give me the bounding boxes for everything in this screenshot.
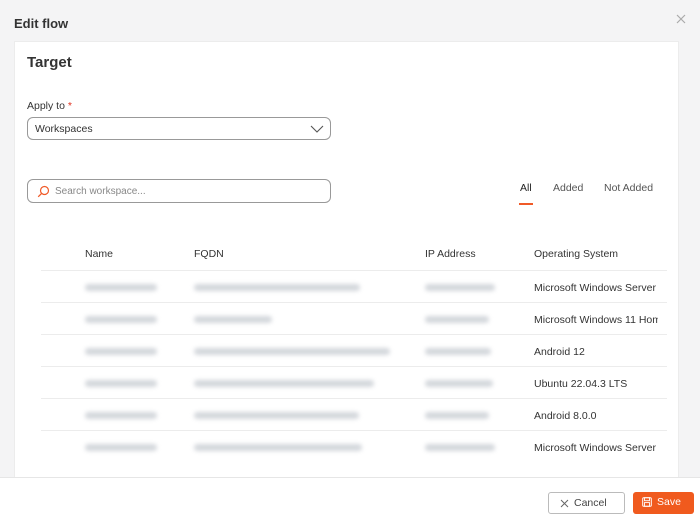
redacted-ip	[425, 380, 493, 387]
apply-to-value: Workspaces	[35, 123, 93, 135]
close-icon	[676, 14, 686, 24]
save-icon	[642, 497, 652, 507]
close-icon	[560, 499, 569, 507]
redacted-fqdn	[194, 412, 359, 419]
search-box[interactable]	[27, 179, 331, 203]
target-card: Target Apply to * Workspaces All Added N…	[14, 41, 679, 477]
close-button[interactable]	[674, 12, 688, 26]
search-input[interactable]	[55, 183, 325, 199]
tab-not-added[interactable]: Not Added	[604, 182, 653, 194]
os-cell: Android 8.0.0	[534, 410, 597, 422]
column-header-name[interactable]: Name	[85, 248, 113, 260]
column-header-os[interactable]: Operating System	[534, 248, 618, 260]
os-cell: Microsoft Windows 11 Home	[534, 314, 658, 326]
table-row[interactable]: Microsoft Windows 11 Home	[41, 302, 667, 334]
redacted-fqdn	[194, 444, 362, 451]
redacted-fqdn	[194, 380, 374, 387]
save-label: Save	[657, 496, 681, 508]
redacted-name	[85, 348, 157, 355]
redacted-name	[85, 316, 157, 323]
redacted-fqdn	[194, 284, 360, 291]
tab-added[interactable]: Added	[553, 182, 583, 194]
cancel-button[interactable]: Cancel	[548, 492, 625, 514]
redacted-fqdn	[194, 348, 390, 355]
save-button[interactable]: Save	[633, 492, 694, 514]
os-cell: Microsoft Windows Server	[534, 282, 656, 294]
table-row[interactable]: Android 12	[41, 334, 667, 366]
dialog-footer: Cancel Save	[0, 477, 700, 517]
redacted-ip	[425, 316, 489, 323]
apply-to-label-text: Apply to	[27, 100, 65, 112]
redacted-name	[85, 284, 157, 291]
apply-to-select[interactable]: Workspaces	[27, 117, 331, 140]
search-icon	[37, 185, 50, 198]
redacted-name	[85, 444, 157, 451]
table-row[interactable]: Microsoft Windows Server	[41, 430, 667, 462]
redacted-ip	[425, 412, 489, 419]
table-row[interactable]: Ubuntu 22.04.3 LTS	[41, 366, 667, 398]
column-header-fqdn[interactable]: FQDN	[194, 248, 224, 260]
os-cell: Android 12	[534, 346, 585, 358]
redacted-fqdn	[194, 316, 272, 323]
required-mark: *	[67, 100, 72, 112]
os-cell: Ubuntu 22.04.3 LTS	[534, 378, 628, 390]
redacted-ip	[425, 348, 491, 355]
cancel-label: Cancel	[574, 497, 607, 509]
os-cell: Microsoft Windows Server	[534, 442, 656, 454]
table-row[interactable]: Android 8.0.0	[41, 398, 667, 430]
redacted-name	[85, 380, 157, 387]
redacted-ip	[425, 444, 495, 451]
tab-all[interactable]: All	[519, 182, 533, 205]
dialog-header: Edit flow	[0, 0, 700, 40]
table-row[interactable]: Microsoft Windows Server	[41, 270, 667, 302]
dialog-title: Edit flow	[14, 16, 69, 31]
section-title: Target	[27, 54, 72, 71]
chevron-down-icon	[310, 125, 324, 133]
apply-to-label: Apply to *	[27, 100, 72, 112]
redacted-name	[85, 412, 157, 419]
column-header-ip[interactable]: IP Address	[425, 248, 476, 260]
redacted-ip	[425, 284, 495, 291]
